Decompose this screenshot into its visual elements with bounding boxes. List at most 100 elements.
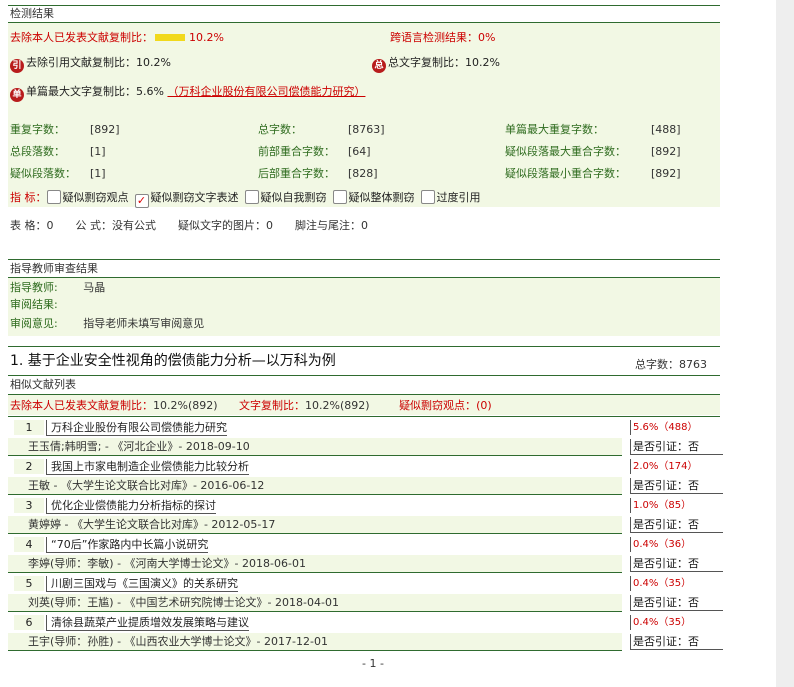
doc-ratio: 2.0%（174） — [630, 459, 723, 474]
doc-num-cell: 4 — [14, 537, 44, 552]
similar-summary: 去除本人已发表文献复制比：10.2%(892) 文字复制比：10.2%(892)… — [10, 399, 492, 412]
similar-doc-row[interactable]: 2 我国上市家电制造企业偿债能力比较分析王敏 - 《大学生论文联合比对库》- 20… — [8, 458, 723, 496]
doc-cite: 是否引证：否 — [630, 439, 723, 455]
teacher-name-row: 指导教师: 马晶 — [10, 281, 106, 294]
similar-list-header: 相似文献列表 — [10, 378, 76, 391]
doc-cite: 是否引证：否 — [630, 595, 723, 611]
doc-meta: 王宇(导师：孙胜) - 《山西农业大学博士论文》- 2017-12-01 — [28, 635, 328, 648]
doc-underline — [8, 572, 622, 573]
teacher-name: 马晶 — [83, 281, 106, 294]
doc-cite: 是否引证：否 — [630, 517, 723, 533]
stat-min-paragraph-overlap-value: [892] — [651, 167, 681, 180]
similar-doc-row[interactable]: 4 “70后”作家路内中长篇小说研究李婷(导师：李敏) - 《河南大学博士论文》-… — [8, 536, 723, 574]
doc-ratio: 0.4%（36） — [630, 537, 723, 552]
doc-title[interactable]: 优化企业偿债能力分析指标的探讨 — [46, 498, 216, 514]
cross-language-result: 跨语言检测结果：0% — [390, 31, 496, 44]
doc-underline — [8, 533, 622, 534]
indicators-label: 指 标： — [10, 191, 47, 204]
stat-back-overlap: 后部重合字数： — [258, 167, 335, 180]
stat-suspect-paragraphs-value: [1] — [90, 167, 106, 180]
indicators-row: 指 标： 疑似剽窃观点 ✓ 疑似剽窃文字表述 疑似自我剽窃 疑似整体剽窃 过度引用 — [10, 190, 481, 208]
divider — [8, 5, 720, 6]
doc-num: 2 — [25, 460, 33, 473]
citation-badge-icon: 引 — [10, 59, 24, 73]
similar-doc-row[interactable]: 5 川剧三国戏与《三国演义》的关系研究刘英(导师：王尴) - 《中国艺术研究院博士… — [8, 575, 723, 613]
stat-total-paragraphs: 总段落数： — [10, 145, 65, 158]
doc-title[interactable]: 清徐县蔬菜产业提质增效发展策略与建议 — [46, 615, 249, 631]
divider — [8, 259, 720, 260]
single-badge-icon: 单 — [10, 88, 24, 102]
checkbox[interactable] — [46, 190, 61, 204]
stat-total-words-value: [8763] — [348, 123, 385, 136]
indicator-label: 疑似剽窃文字表述 — [150, 191, 239, 204]
single-source-link[interactable]: （万科企业股份有限公司偿债能力研究） — [167, 85, 365, 98]
indicator-label: 疑似整体剽窃 — [348, 191, 415, 204]
stat-repeat-words-value: [892] — [90, 123, 120, 136]
stat-repeat-words: 重复字数： — [10, 123, 65, 136]
doc-num-cell: 2 — [14, 459, 44, 474]
doc-title[interactable]: 万科企业股份有限公司偿债能力研究 — [46, 420, 227, 436]
doc-num: 5 — [25, 577, 33, 590]
review-result-row: 审阅结果: — [10, 298, 58, 311]
doc-ratio: 0.4%（35） — [630, 576, 723, 591]
doc-ratio: 0.4%（35） — [630, 615, 723, 630]
stat-back-overlap-value: [828] — [348, 167, 378, 180]
stat-total-paragraphs-value: [1] — [90, 145, 106, 158]
similar-doc-row[interactable]: 3 优化企业偿债能力分析指标的探讨黄婷婷 - 《大学生论文联合比对库》- 2012… — [8, 497, 723, 535]
excl-self-ratio: 去除本人已发表文献复制比： 10.2% — [10, 31, 224, 44]
review-opinion-row: 审阅意见: 指导老师未填写审阅意见 — [10, 317, 205, 330]
doc-num: 1 — [25, 421, 33, 434]
doc-title[interactable]: 川剧三国戏与《三国演义》的关系研究 — [46, 576, 238, 592]
stat-total-words: 总字数： — [258, 123, 302, 136]
doc-cite: 是否引证：否 — [630, 556, 723, 572]
section-title: 1. 基于企业安全性视角的偿债能力分析—以万科为例 — [10, 353, 336, 369]
doc-cite: 是否引证：否 — [630, 478, 723, 494]
doc-meta: 黄婷婷 - 《大学生论文联合比对库》- 2012-05-17 — [28, 518, 276, 531]
stat-max-paragraph-overlap-value: [892] — [651, 145, 681, 158]
doc-title[interactable]: “70后”作家路内中长篇小说研究 — [46, 537, 209, 553]
doc-meta: 刘英(导师：王尴) - 《中国艺术研究院博士论文》- 2018-04-01 — [28, 596, 339, 609]
doc-underline — [8, 455, 622, 456]
indicator-label: 过度引用 — [436, 191, 481, 204]
check-header: 检测结果 — [10, 7, 54, 20]
stat-front-overlap-value: [64] — [348, 145, 371, 158]
indicator-label: 疑似剽窃观点 — [62, 191, 129, 204]
doc-ratio: 5.6%（488） — [630, 420, 723, 435]
checkbox-checked[interactable]: ✓ — [134, 194, 149, 208]
doc-underline — [8, 611, 622, 612]
doc-num: 6 — [25, 616, 33, 629]
section-total-words: 总字数：8763 — [635, 358, 707, 371]
teacher-header: 指导教师审查结果 — [10, 262, 98, 275]
ratio-bar — [155, 34, 185, 41]
stat-max-paragraph-overlap: 疑似段落最大重合字数： — [505, 145, 626, 158]
similar-doc-row[interactable]: 6 清徐县蔬菜产业提质增效发展策略与建议王宇(导师：孙胜) - 《山西农业大学博士… — [8, 614, 723, 652]
checkbox[interactable] — [420, 190, 435, 204]
page-number: - 1 - — [362, 657, 384, 670]
total-badge-icon: 总 — [372, 59, 386, 73]
total-copy-ratio: 总总文字复制比：10.2% — [372, 55, 500, 73]
stat-single-max-repeat-value: [488] — [651, 123, 681, 136]
doc-meta: 王敏 - 《大学生论文联合比对库》- 2016-06-12 — [28, 479, 265, 492]
doc-meta: 李婷(导师：李敏) - 《河南大学博士论文》- 2018-06-01 — [28, 557, 306, 570]
excl-citation-ratio: 引去除引用文献复制比：10.2% — [10, 55, 171, 73]
single-max-ratio: 单单篇最大文字复制比：5.6% （万科企业股份有限公司偿债能力研究） — [10, 84, 365, 102]
doc-num: 4 — [25, 538, 33, 551]
doc-underline — [8, 650, 622, 651]
divider — [8, 375, 720, 376]
doc-num: 3 — [25, 499, 33, 512]
checkbox[interactable] — [332, 190, 347, 204]
divider — [8, 416, 720, 417]
report-page: 检测结果 去除本人已发表文献复制比： 10.2% 跨语言检测结果：0% 引去除引用… — [0, 0, 723, 687]
scrollbar-track[interactable] — [776, 0, 794, 687]
doc-num-cell: 1 — [14, 420, 44, 435]
similar-doc-row[interactable]: 1 万科企业股份有限公司偿债能力研究 王玉倩;韩明雪; - 《河北企业》- 2018… — [8, 419, 723, 457]
doc-ratio: 1.0%（85） — [630, 498, 723, 513]
checkbox[interactable] — [244, 190, 259, 204]
stat-suspect-paragraphs: 疑似段落数： — [10, 167, 76, 180]
indicator-label: 疑似自我剽窃 — [260, 191, 327, 204]
doc-num-cell: 3 — [14, 498, 44, 513]
stat-min-paragraph-overlap: 疑似段落最小重合字数： — [505, 167, 626, 180]
stat-single-max-repeat: 单篇最大重复字数： — [505, 123, 604, 136]
doc-cite: 是否引证：否 — [630, 634, 723, 650]
doc-title[interactable]: 我国上市家电制造企业偿债能力比较分析 — [46, 459, 249, 475]
